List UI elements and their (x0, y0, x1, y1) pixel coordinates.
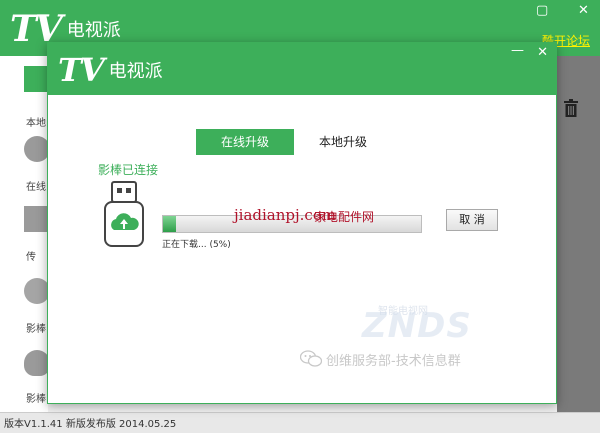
upgrade-tabs: 在线升级 本地升级 (196, 129, 392, 155)
device-status: 影棒已连接 (98, 163, 159, 177)
sidebar-item-label: 在线 (26, 182, 46, 193)
dialog-title-bar: TV 电视派 — ✕ (48, 43, 556, 95)
watermark-znds: ZNDS (362, 306, 472, 346)
sidebar-item-label: 本地 (26, 118, 46, 129)
trash-icon[interactable] (563, 99, 579, 117)
background-restore-button[interactable]: ▢ (536, 4, 548, 17)
close-button[interactable]: ✕ (537, 45, 548, 60)
cancel-button[interactable]: 取 消 (446, 209, 498, 231)
progress-fill (163, 216, 176, 232)
watermark-wechat: 创维服务部-技术信息群 (326, 354, 461, 369)
sidebar-item-label: 影棒 (26, 394, 46, 405)
minimize-button[interactable]: — (511, 43, 524, 58)
dialog-logo: TV 电视派 (58, 51, 163, 89)
progress-status-text: 正在下载... (5%) (162, 240, 231, 250)
watermark-site-cn: 家电配件网 (314, 210, 375, 224)
version-text: 版本V1.1.41 新版发布版 2014.05.25 (4, 419, 177, 430)
usb-stick-icon (104, 181, 144, 247)
sidebar-item-label: 传 (26, 252, 36, 263)
tab-local-upgrade[interactable]: 本地升级 (294, 129, 392, 155)
tab-online-upgrade[interactable]: 在线升级 (196, 129, 294, 155)
app-name: 电视派 (108, 61, 163, 82)
background-sidebar: 本地 在线 传 影棒 影棒 (0, 56, 50, 412)
status-bar: 版本V1.1.41 新版发布版 2014.05.25 (0, 412, 600, 433)
tv-logo-mark: TV (58, 51, 105, 89)
background-close-button[interactable]: ✕ (578, 4, 589, 17)
app-name: 电视派 (66, 20, 121, 41)
wechat-icon (300, 350, 322, 367)
sidebar-item-label: 影棒 (26, 324, 46, 335)
